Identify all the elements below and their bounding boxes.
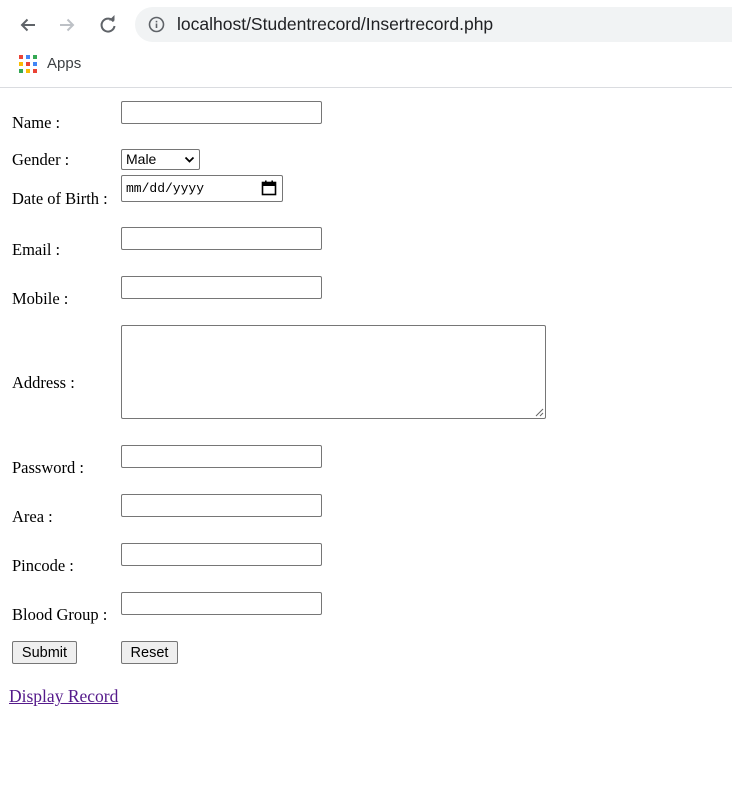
address-bar[interactable]: localhost/Studentrecord/Insertrecord.php <box>135 7 732 42</box>
info-icon[interactable] <box>148 16 165 33</box>
email-input[interactable] <box>121 227 322 250</box>
address-label: Address : <box>12 373 75 392</box>
url-text: localhost/Studentrecord/Insertrecord.php <box>177 14 494 34</box>
forward-arrow-icon <box>60 18 75 32</box>
reload-icon <box>100 15 116 33</box>
email-label: Email : <box>12 240 61 259</box>
name-label: Name : <box>12 113 61 132</box>
pincode-label: Pincode : <box>12 556 74 575</box>
dob-label: Date of Birth : <box>12 189 108 208</box>
dob-placeholder: mm/dd/yyyy <box>126 181 205 196</box>
back-button[interactable] <box>14 11 42 39</box>
forward-button[interactable] <box>53 11 81 39</box>
gender-selected-value: Male <box>126 151 157 167</box>
gender-select[interactable]: Male <box>121 149 200 170</box>
bookmark-apps[interactable]: Apps <box>47 55 81 72</box>
password-input[interactable] <box>121 445 322 468</box>
gender-label: Gender : <box>12 150 70 169</box>
pincode-input[interactable] <box>121 543 322 566</box>
bookmarks-bar <box>0 50 732 88</box>
browser-toolbar: localhost/Studentrecord/Insertrecord.php <box>0 0 732 50</box>
blood-group-input[interactable] <box>121 592 322 615</box>
resize-grip-icon[interactable] <box>535 408 544 417</box>
calendar-icon[interactable] <box>261 180 277 196</box>
chevron-down-icon <box>184 156 195 163</box>
password-label: Password : <box>12 458 84 477</box>
back-arrow-icon <box>20 18 35 32</box>
reset-button[interactable]: Reset <box>121 641 178 664</box>
blood-group-label: Blood Group : <box>12 605 108 624</box>
apps-grid-icon[interactable] <box>19 55 37 73</box>
area-input[interactable] <box>121 494 322 517</box>
display-record-link[interactable]: Display Record <box>9 686 118 707</box>
address-textarea[interactable] <box>121 325 546 419</box>
dob-input[interactable]: mm/dd/yyyy <box>121 175 283 202</box>
area-label: Area : <box>12 507 53 526</box>
mobile-label: Mobile : <box>12 289 69 308</box>
reload-button[interactable] <box>94 11 122 39</box>
submit-button[interactable]: Submit <box>12 641 77 664</box>
mobile-input[interactable] <box>121 276 322 299</box>
name-input[interactable] <box>121 101 322 124</box>
